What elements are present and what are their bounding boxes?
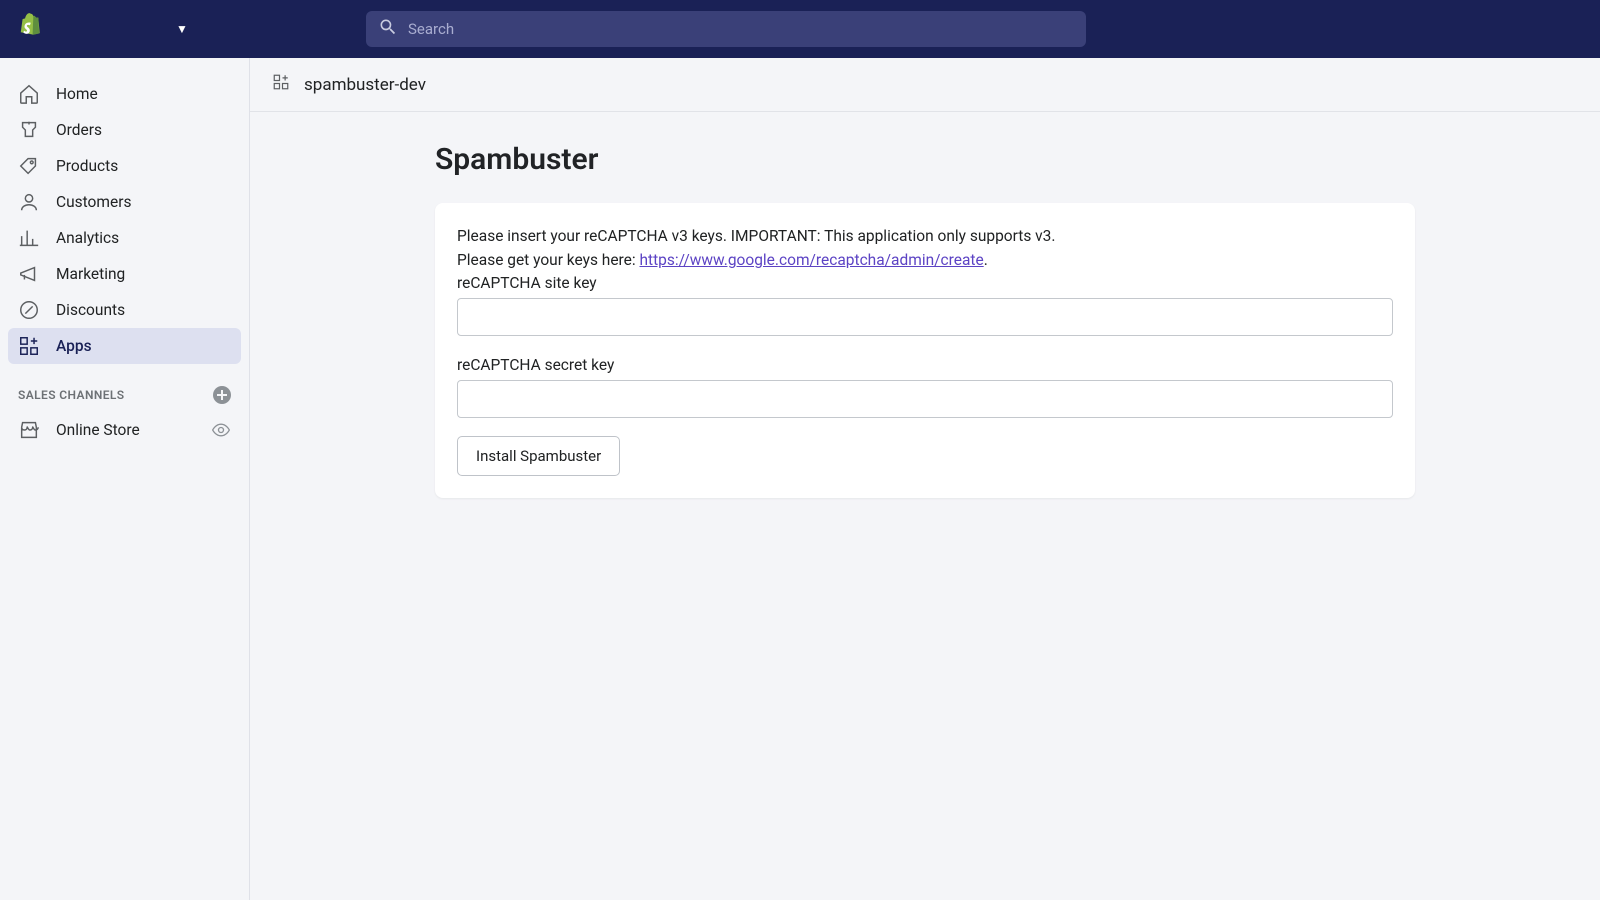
logo-area: ▼ — [16, 12, 216, 46]
recaptcha-admin-link[interactable]: https://www.google.com/recaptcha/admin/c… — [640, 251, 984, 269]
sidebar-item-apps[interactable]: Apps — [8, 328, 241, 364]
page-title: Spambuster — [435, 142, 1415, 177]
sales-channels-label: SALES CHANNELS — [18, 388, 125, 402]
secret-key-label: reCAPTCHA secret key — [457, 356, 1393, 374]
view-store-icon[interactable] — [211, 420, 231, 440]
sidebar-item-products[interactable]: Products — [8, 148, 241, 184]
install-button[interactable]: Install Spambuster — [457, 436, 620, 476]
sidebar-item-label: Apps — [56, 337, 92, 355]
sidebar-item-label: Marketing — [56, 265, 125, 283]
settings-card: Please insert your reCAPTCHA v3 keys. IM… — [435, 203, 1415, 498]
sidebar: Home Orders Products Customers Analytics… — [0, 58, 250, 900]
sidebar-item-discounts[interactable]: Discounts — [8, 292, 241, 328]
marketing-icon — [18, 263, 40, 285]
store-dropdown-caret-icon[interactable]: ▼ — [176, 22, 188, 36]
apps-icon — [18, 335, 40, 357]
sidebar-item-label: Home — [56, 85, 98, 103]
products-icon — [18, 155, 40, 177]
discounts-icon — [18, 299, 40, 321]
sidebar-item-label: Customers — [56, 193, 131, 211]
search-box[interactable] — [366, 11, 1086, 47]
channel-label: Online Store — [56, 421, 140, 439]
sales-channels-header: SALES CHANNELS — [0, 364, 249, 412]
intro-line-1: Please insert your reCAPTCHA v3 keys. IM… — [457, 225, 1393, 247]
shopify-logo-icon — [16, 12, 44, 46]
search-icon — [378, 17, 408, 41]
sidebar-item-customers[interactable]: Customers — [8, 184, 241, 220]
sidebar-item-label: Products — [56, 157, 118, 175]
channel-online-store[interactable]: Online Store — [0, 412, 249, 448]
site-key-label: reCAPTCHA site key — [457, 274, 1393, 292]
sidebar-item-home[interactable]: Home — [8, 76, 241, 112]
intro-line-2: Please get your keys here: https://www.g… — [457, 249, 1393, 271]
search-input[interactable] — [408, 20, 1074, 38]
sidebar-item-label: Discounts — [56, 301, 125, 319]
customers-icon — [18, 191, 40, 213]
intro-suffix: . — [984, 251, 988, 269]
breadcrumb-app-name: spambuster-dev — [304, 75, 426, 95]
analytics-icon — [18, 227, 40, 249]
apps-breadcrumb-icon — [272, 73, 290, 96]
main: spambuster-dev Spambuster Please insert … — [250, 58, 1600, 900]
sidebar-item-label: Orders — [56, 121, 102, 139]
search-wrap — [366, 11, 1086, 47]
sidebar-item-label: Analytics — [56, 229, 119, 247]
orders-icon — [18, 119, 40, 141]
add-channel-icon[interactable] — [213, 386, 231, 404]
intro-prefix: Please get your keys here: — [457, 251, 640, 269]
site-key-input[interactable] — [457, 298, 1393, 336]
sidebar-item-analytics[interactable]: Analytics — [8, 220, 241, 256]
topbar: ▼ — [0, 0, 1600, 58]
sidebar-item-marketing[interactable]: Marketing — [8, 256, 241, 292]
breadcrumb: spambuster-dev — [250, 58, 1600, 112]
home-icon — [18, 83, 40, 105]
store-icon — [18, 419, 40, 441]
sidebar-item-orders[interactable]: Orders — [8, 112, 241, 148]
secret-key-input[interactable] — [457, 380, 1393, 418]
